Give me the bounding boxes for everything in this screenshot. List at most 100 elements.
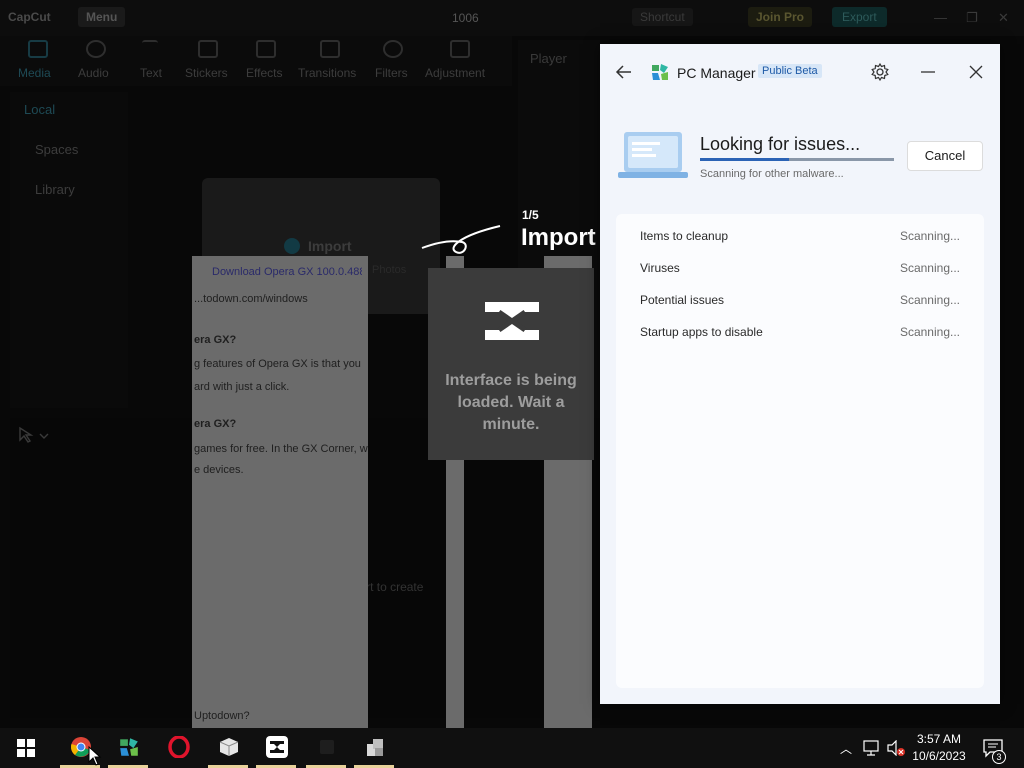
pc-manager-logo-icon <box>652 64 668 80</box>
scan-subtext: Scanning for other malware... <box>700 168 844 180</box>
loading-message: Interface is being loaded. Wait a minute… <box>445 372 577 433</box>
capcut-close-icon[interactable]: ✕ <box>998 10 1009 26</box>
taskbar-package[interactable] <box>208 728 248 768</box>
capcut-export-button[interactable]: Export <box>832 7 887 27</box>
list-item-label: Items to cleanup <box>640 229 729 243</box>
bleed-heading-1: era GX? <box>194 334 237 346</box>
laptop-scan-icon <box>618 132 688 178</box>
capcut-topbar: CapCut Menu 1006 Shortcut Join Pro Expor… <box>0 0 1024 36</box>
capcut-minimize-icon[interactable]: — <box>934 10 947 25</box>
list-item-label: Startup apps to disable <box>640 325 763 339</box>
capcut-join-pro-button[interactable]: Join Pro <box>748 7 813 27</box>
sidebar-item-library[interactable]: Library <box>35 182 75 197</box>
capcut-media-sidebar <box>10 92 128 408</box>
close-icon[interactable] <box>966 62 986 82</box>
package-icon <box>219 738 239 756</box>
import-button[interactable]: Import <box>284 238 352 254</box>
tab-adjustment[interactable]: Adjustment <box>425 66 485 80</box>
adjustment-icon <box>450 40 470 58</box>
list-item-viruses: Viruses Scanning... <box>616 256 984 280</box>
tutorial-title: Import <box>521 224 596 251</box>
bleed-url-text: ...todown.com/windows <box>194 293 308 305</box>
scan-heading: Looking for issues... <box>700 134 861 154</box>
effects-icon <box>256 40 276 58</box>
bleed-footer-text: Uptodown? <box>194 710 250 722</box>
bleed-heading-2: era GX? <box>194 418 237 430</box>
glitch-strip <box>192 256 368 728</box>
installer-icon <box>367 739 383 756</box>
tab-media[interactable]: Media <box>18 66 51 80</box>
chevron-up-icon[interactable]: ︿ <box>840 740 852 757</box>
tutorial-arrow-icon <box>421 225 501 254</box>
capcut-media-toolbar: Media Audio Text Stickers Effects Transi… <box>0 36 512 86</box>
taskbar-blank-app[interactable] <box>306 728 346 768</box>
public-beta-badge: Public Beta <box>758 64 822 78</box>
network-icon[interactable] <box>862 740 880 756</box>
list-item-label: Potential issues <box>640 293 725 307</box>
tab-text[interactable]: Text <box>140 66 162 80</box>
list-item-status: Scanning... <box>899 261 960 275</box>
capcut-shortcut-button[interactable]: Shortcut <box>632 8 693 26</box>
back-arrow-icon[interactable] <box>614 62 634 82</box>
capcut-restore-icon[interactable]: ❐ <box>966 10 978 26</box>
scan-results-list: Items to cleanup Scanning... Viruses Sca… <box>616 214 984 688</box>
filters-icon <box>383 40 403 58</box>
capcut-project-title: 1006 <box>452 11 479 25</box>
text-icon <box>142 40 158 56</box>
clock-date: 10/6/2023 <box>912 749 966 763</box>
bleed-paragraph-1: g features of Opera GX is that you <box>194 358 361 370</box>
taskbar-opera[interactable] <box>158 728 198 768</box>
loading-overlay: Interface is being loaded. Wait a minute… <box>428 268 594 460</box>
tab-filters[interactable]: Filters <box>375 66 408 80</box>
tab-stickers[interactable]: Stickers <box>185 66 228 80</box>
sidebar-item-local[interactable]: Local <box>24 102 55 117</box>
list-item-startup-apps: Startup apps to disable Scanning... <box>616 320 984 344</box>
list-item-status: Scanning... <box>899 229 960 243</box>
bleed-paragraph-4: e devices. <box>194 464 244 476</box>
audio-icon <box>86 40 106 58</box>
windows-start-icon[interactable] <box>16 738 36 758</box>
mouse-cursor-icon <box>88 746 102 766</box>
transitions-icon <box>320 40 340 58</box>
stickers-icon <box>198 40 218 58</box>
volume-muted-icon[interactable] <box>886 740 906 756</box>
pointer-tool-icon[interactable] <box>18 426 52 444</box>
taskbar-clock[interactable]: 3:57 AM 10/6/2023 <box>908 731 970 765</box>
opera-icon <box>168 736 190 758</box>
notification-count-badge: 3 <box>992 750 1006 764</box>
tutorial-step-counter: 1/5 <box>522 208 539 222</box>
list-item-status: Scanning... <box>899 293 960 307</box>
scan-progress-bar <box>700 158 894 161</box>
taskbar: ︿ 3:57 AM 10/6/2023 3 <box>0 728 1024 768</box>
tab-transitions[interactable]: Transitions <box>298 66 356 80</box>
bleed-paragraph-3: games for free. In the GX Corner, wh <box>194 443 368 455</box>
minimize-icon[interactable] <box>918 62 938 82</box>
taskbar-capcut[interactable] <box>256 728 296 768</box>
list-item-status: Scanning... <box>899 325 960 339</box>
bleed-tab-text: Download Opera GX 100.0.488... <box>212 266 362 278</box>
bleed-paragraph-2: ard with just a click. <box>194 381 290 393</box>
pc-manager-window: PC Manager Public Beta Looking for issue… <box>600 44 1000 704</box>
blank-app-icon <box>320 740 334 754</box>
cancel-button[interactable]: Cancel <box>907 141 983 171</box>
capcut-menu-button[interactable]: Menu <box>78 7 126 27</box>
pc-manager-icon <box>120 738 138 756</box>
gear-icon[interactable] <box>870 62 890 82</box>
clock-time: 3:57 AM <box>916 732 962 746</box>
player-label: Player <box>530 51 567 66</box>
sidebar-item-spaces[interactable]: Spaces <box>35 142 78 157</box>
bleed-photos-text: Photos <box>372 264 407 276</box>
capcut-logo-icon <box>485 302 539 340</box>
scan-progress-fill <box>700 158 790 161</box>
pc-manager-title: PC Manager <box>677 65 756 81</box>
list-item-potential-issues: Potential issues Scanning... <box>616 288 984 312</box>
list-item-label: Viruses <box>640 261 680 275</box>
taskbar-installer[interactable] <box>354 728 394 768</box>
tab-effects[interactable]: Effects <box>246 66 282 80</box>
import-label: Import <box>308 238 352 254</box>
list-item-cleanup: Items to cleanup Scanning... <box>616 224 984 248</box>
media-icon <box>28 40 48 58</box>
plus-icon <box>284 238 300 254</box>
taskbar-pc-manager[interactable] <box>108 728 148 768</box>
tab-audio[interactable]: Audio <box>78 66 109 80</box>
